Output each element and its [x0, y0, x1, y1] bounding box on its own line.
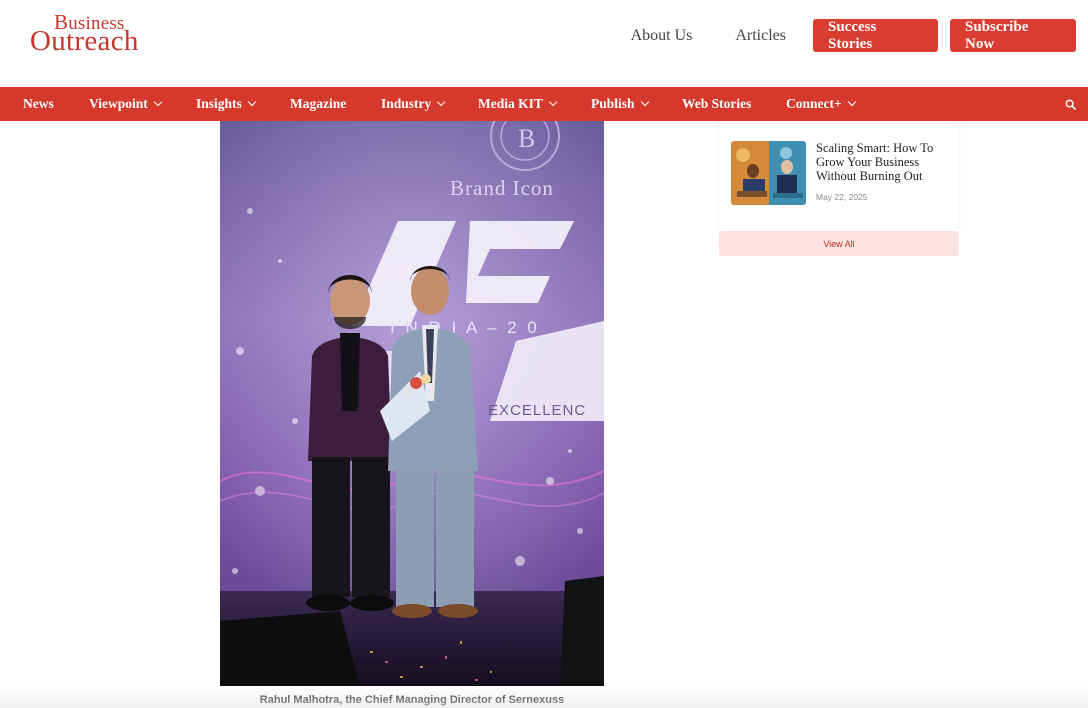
chevron-down-icon [247, 97, 257, 107]
post-thumbnail[interactable] [731, 141, 806, 205]
nav-item-viewpoint[interactable]: Viewpoint [89, 87, 163, 121]
chevron-down-icon [548, 97, 558, 107]
nav-item-magazine[interactable]: Magazine [290, 87, 346, 121]
success-stories-button[interactable]: Success Stories [813, 19, 938, 52]
nav-item-connect[interactable]: Connect+ [786, 87, 856, 121]
chevron-down-icon [847, 97, 856, 107]
chevron-down-icon [437, 97, 446, 107]
chevron-down-icon [153, 97, 163, 107]
chevron-down-icon [640, 97, 649, 107]
brand-icon-text: Brand Icon [450, 176, 554, 200]
main-nav: News Viewpoint Insights Magazine Industr… [0, 87, 1088, 121]
post-title-link[interactable]: Scaling Smart: How To Grow Your Business… [816, 141, 951, 183]
header-links: About Us Articles Success Stories Subscr… [631, 19, 1076, 52]
site-header: Business Outreach About Us Articles Succ… [0, 0, 1088, 87]
svg-text:B: B [518, 124, 535, 153]
about-us-link[interactable]: About Us [631, 27, 693, 45]
nav-item-industry[interactable]: Industry [381, 87, 446, 121]
article-photo: B Brand Icon I N D I A – 2 0 EXCELLENC [220, 121, 604, 686]
nav-item-publish[interactable]: Publish [591, 87, 649, 121]
photo-caption: Rahul Malhotra, the Chief Managing Direc… [259, 694, 565, 706]
nav-item-web-stories[interactable]: Web Stories [682, 87, 751, 121]
nav-item-insights[interactable]: Insights [196, 87, 257, 121]
view-all-button[interactable]: View All [719, 231, 959, 256]
search-icon[interactable] [1065, 99, 1076, 110]
excellence-text: EXCELLENC [488, 402, 586, 419]
site-logo[interactable]: Business Outreach [30, 12, 170, 57]
articles-link[interactable]: Articles [735, 27, 786, 45]
post-date: May 22, 2025 [816, 192, 868, 202]
nav-item-media-kit[interactable]: Media KIT [478, 87, 558, 121]
subscribe-now-button[interactable]: Subscribe Now [950, 19, 1076, 52]
nav-item-news[interactable]: News [23, 87, 54, 121]
logo-outreach: Outreach [30, 25, 139, 57]
